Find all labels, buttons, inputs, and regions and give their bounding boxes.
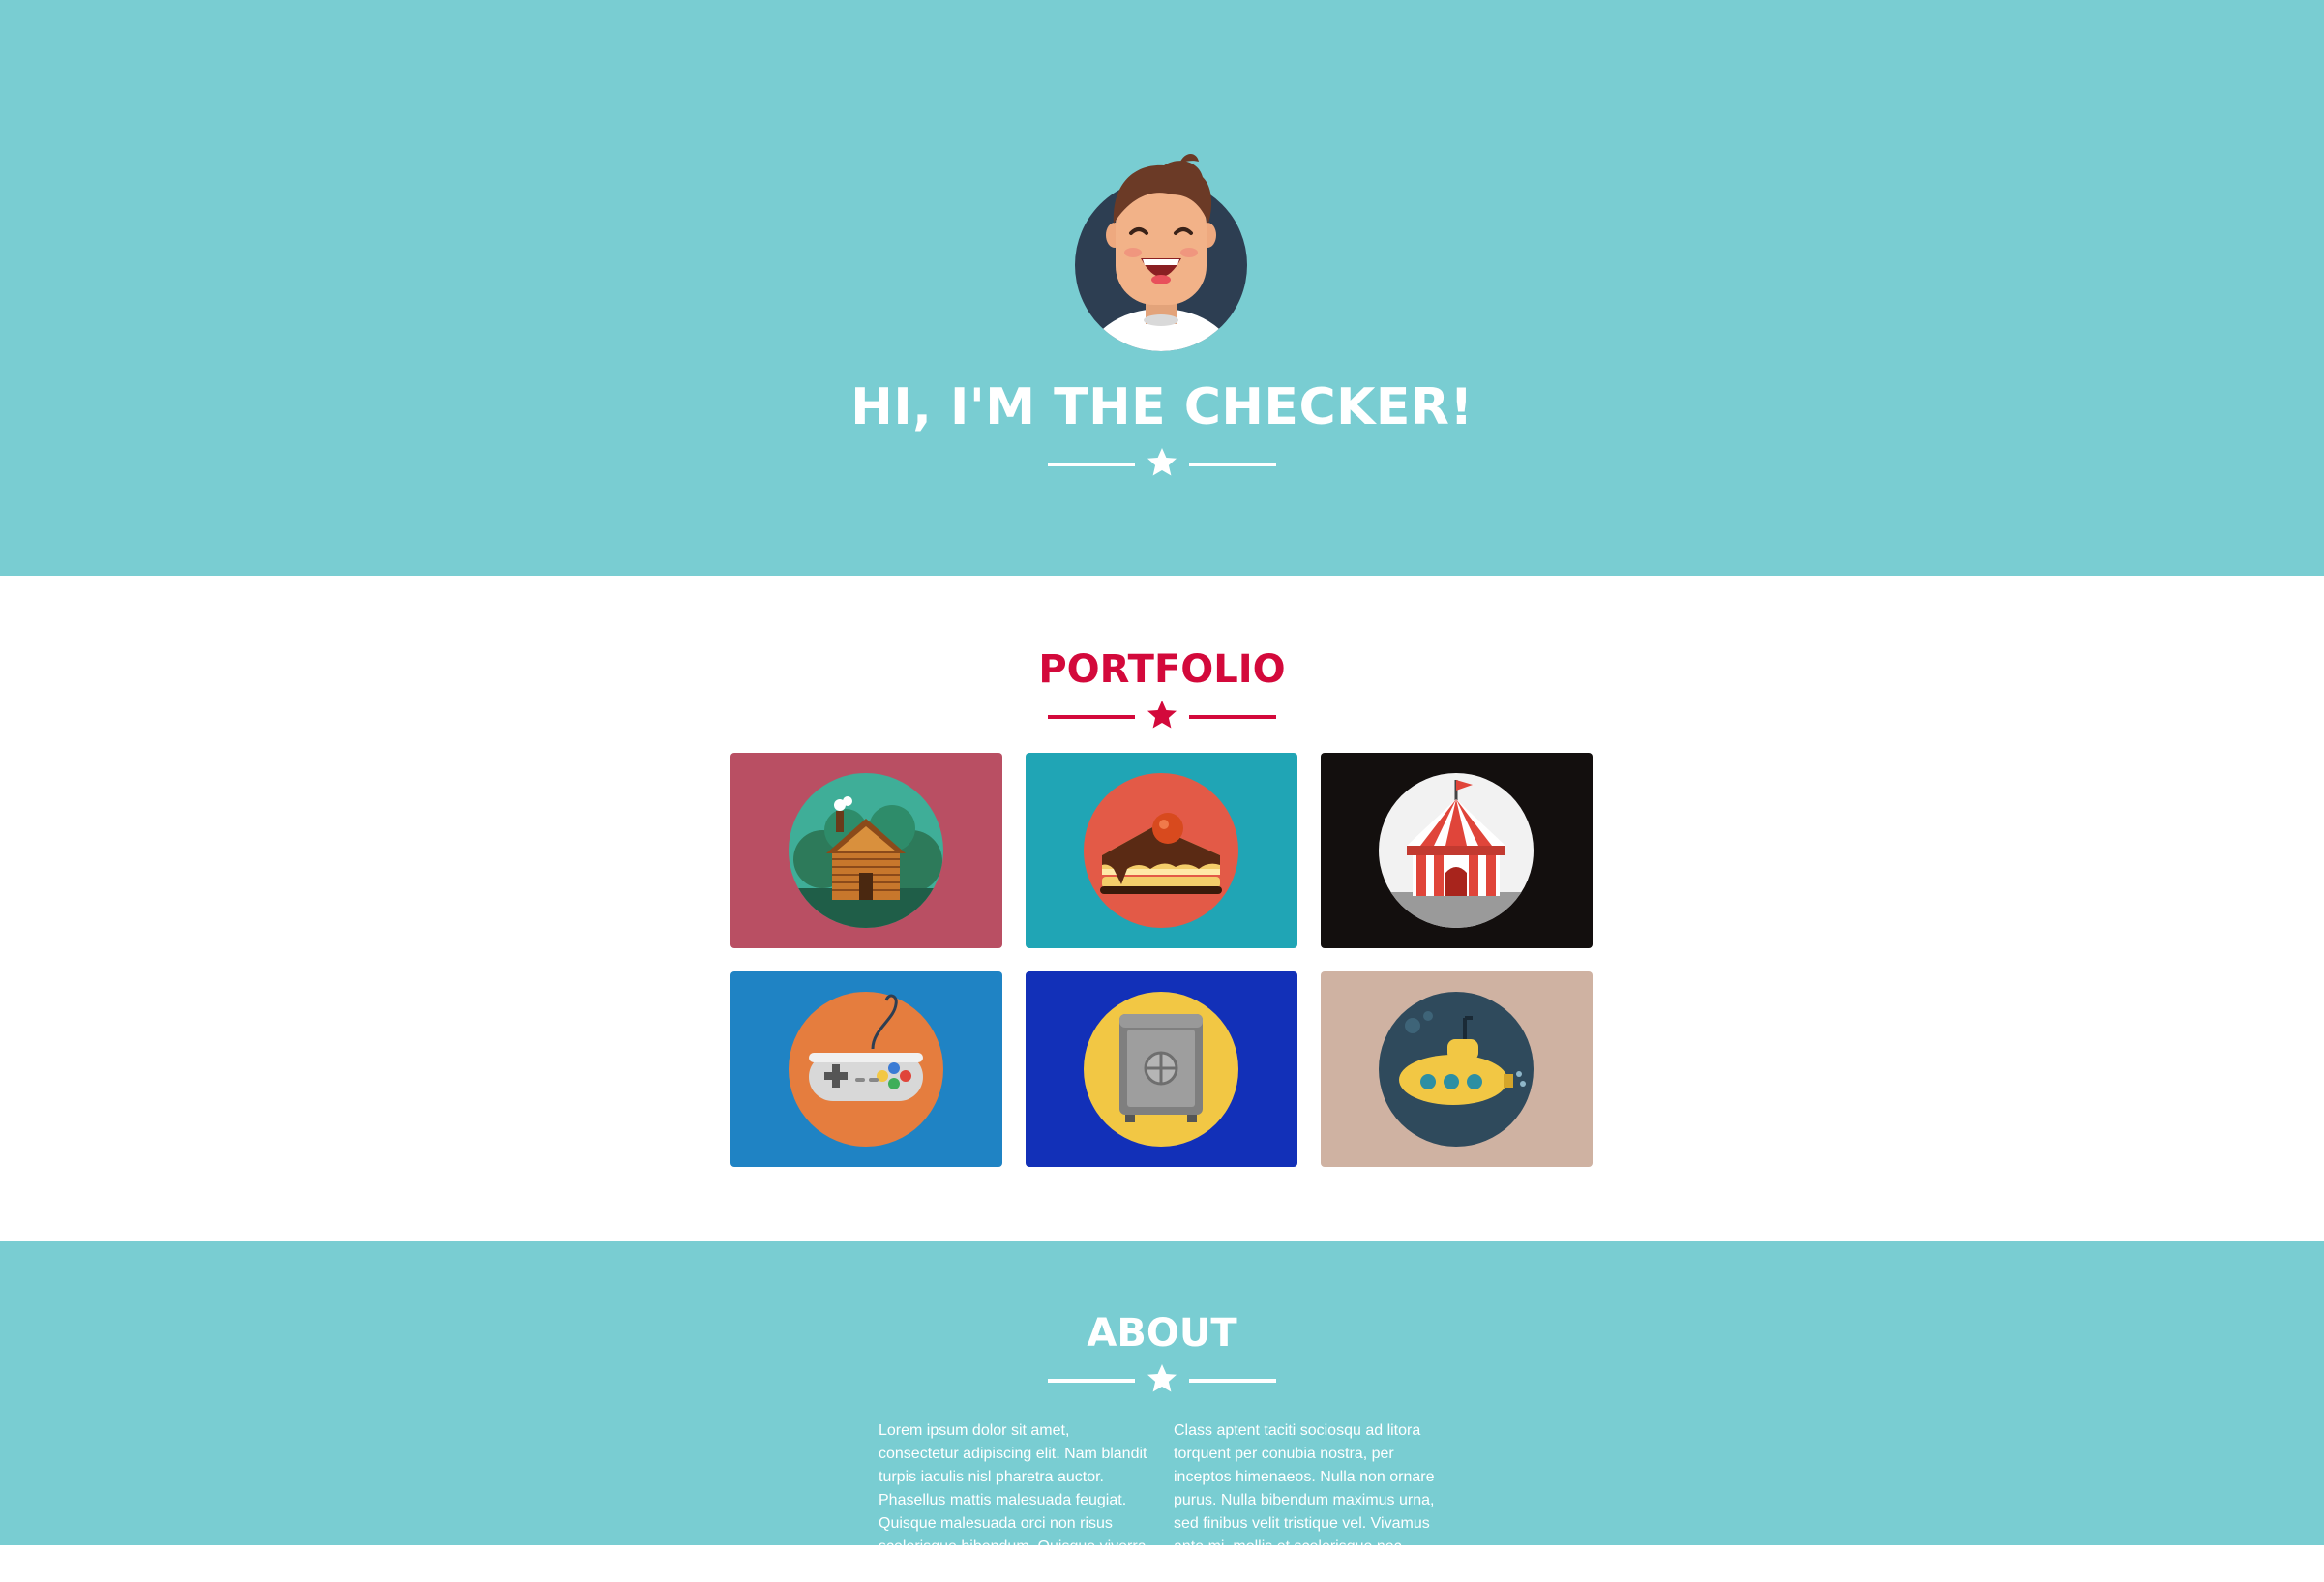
- divider-line-left: [1048, 715, 1135, 719]
- divider-line-left: [1048, 463, 1135, 466]
- star-icon: [1147, 701, 1177, 729]
- hero-section: HI, I'M THE CHECKER!: [0, 0, 2324, 576]
- safe-icon: [1084, 992, 1238, 1147]
- divider-line-right: [1189, 1379, 1276, 1383]
- hero-star-divider: [1046, 445, 1278, 484]
- cake-slice-icon: [1084, 773, 1238, 928]
- divider-line-right: [1189, 463, 1276, 466]
- divider-line-left: [1048, 1379, 1135, 1383]
- portfolio-item-cake[interactable]: [1026, 753, 1297, 948]
- portfolio-item-circus[interactable]: [1321, 753, 1593, 948]
- portfolio-item-controller[interactable]: [730, 971, 1002, 1167]
- portfolio-item-cabin[interactable]: [730, 753, 1002, 948]
- game-controller-icon: [789, 992, 943, 1147]
- star-icon: [1147, 448, 1177, 476]
- hero-title: HI, I'M THE CHECKER!: [850, 378, 1474, 436]
- avatar-icon: [1075, 154, 1247, 351]
- submarine-icon: [1379, 992, 1534, 1147]
- portfolio-star-divider: [1046, 698, 1278, 736]
- star-icon: [1147, 1364, 1177, 1392]
- circus-tent-icon: [1379, 773, 1534, 928]
- portfolio-section: PORTFOLIO: [0, 576, 2324, 1241]
- about-text-right: Class aptent taciti sociosqu ad litora t…: [1174, 1422, 1435, 1555]
- portfolio-title: PORTFOLIO: [1038, 647, 1286, 692]
- about-text-left: Lorem ipsum dolor sit amet, consectetur …: [879, 1422, 1147, 1578]
- log-cabin-icon: [789, 773, 943, 928]
- divider-line-right: [1189, 715, 1276, 719]
- about-title: ABOUT: [1087, 1311, 1237, 1356]
- about-star-divider: [1046, 1361, 1278, 1400]
- about-section: ABOUT Lorem ipsum dolor sit amet, consec…: [0, 1241, 2324, 1578]
- portfolio-item-submarine[interactable]: [1321, 971, 1593, 1167]
- portfolio-item-safe[interactable]: [1026, 971, 1297, 1167]
